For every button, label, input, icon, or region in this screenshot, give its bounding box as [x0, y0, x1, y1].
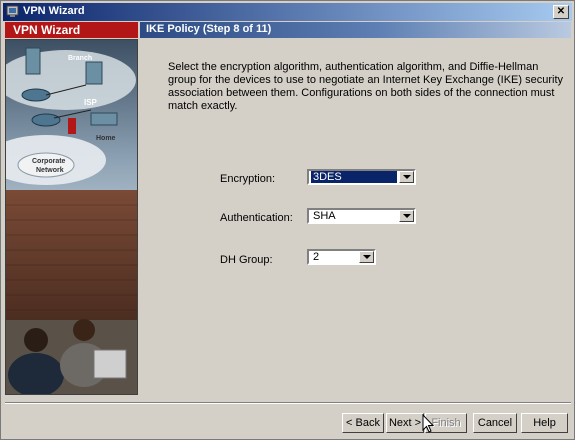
branch-label: Branch [68, 55, 92, 62]
step-header: IKE Policy (Step 8 of 11) [140, 22, 571, 38]
cancel-button[interactable]: Cancel [473, 413, 517, 433]
encryption-value: 3DES [311, 171, 397, 183]
chevron-down-icon[interactable] [399, 171, 414, 183]
dh-group-label: DH Group: [220, 254, 273, 266]
mouse-cursor-icon [422, 414, 434, 433]
isp-label: ISP [84, 98, 98, 107]
chevron-down-icon[interactable] [359, 251, 374, 263]
dh-group-select[interactable]: 2 [307, 249, 376, 265]
authentication-value: SHA [313, 210, 336, 222]
back-button[interactable]: < Back [342, 413, 384, 433]
authentication-select[interactable]: SHA [307, 208, 416, 224]
dh-group-value: 2 [313, 251, 320, 263]
step-description: Select the encryption algorithm, authent… [168, 61, 564, 112]
encryption-label: Encryption: [220, 173, 276, 185]
next-button[interactable]: Next > [386, 413, 424, 433]
chevron-down-icon[interactable] [399, 210, 414, 222]
sidebar-title: VPN Wizard [13, 23, 81, 37]
wizard-window: VPN Wizard ✕ VPN Wizard IKE Policy (Step… [0, 0, 575, 440]
illustration-art: Branch ISP Home Corporate Network [6, 40, 137, 394]
network-label: Network [36, 167, 64, 174]
home-label: Home [96, 135, 116, 142]
step-title: IKE Policy (Step 8 of 11) [146, 23, 272, 35]
title-bar[interactable]: VPN Wizard ✕ [3, 3, 572, 21]
window-title: VPN Wizard [23, 5, 85, 17]
encryption-select[interactable]: 3DES [307, 169, 416, 185]
close-icon[interactable]: ✕ [553, 5, 569, 19]
help-button[interactable]: Help [521, 413, 568, 433]
authentication-label: Authentication: [220, 212, 293, 224]
app-icon [6, 5, 19, 17]
step-content: Select the encryption algorithm, authent… [140, 39, 571, 395]
sidebar-header: VPN Wizard [5, 22, 138, 38]
corporate-label: Corporate [32, 158, 66, 165]
wizard-illustration: Branch ISP Home Corporate Network [5, 39, 138, 395]
button-separator [5, 402, 571, 404]
